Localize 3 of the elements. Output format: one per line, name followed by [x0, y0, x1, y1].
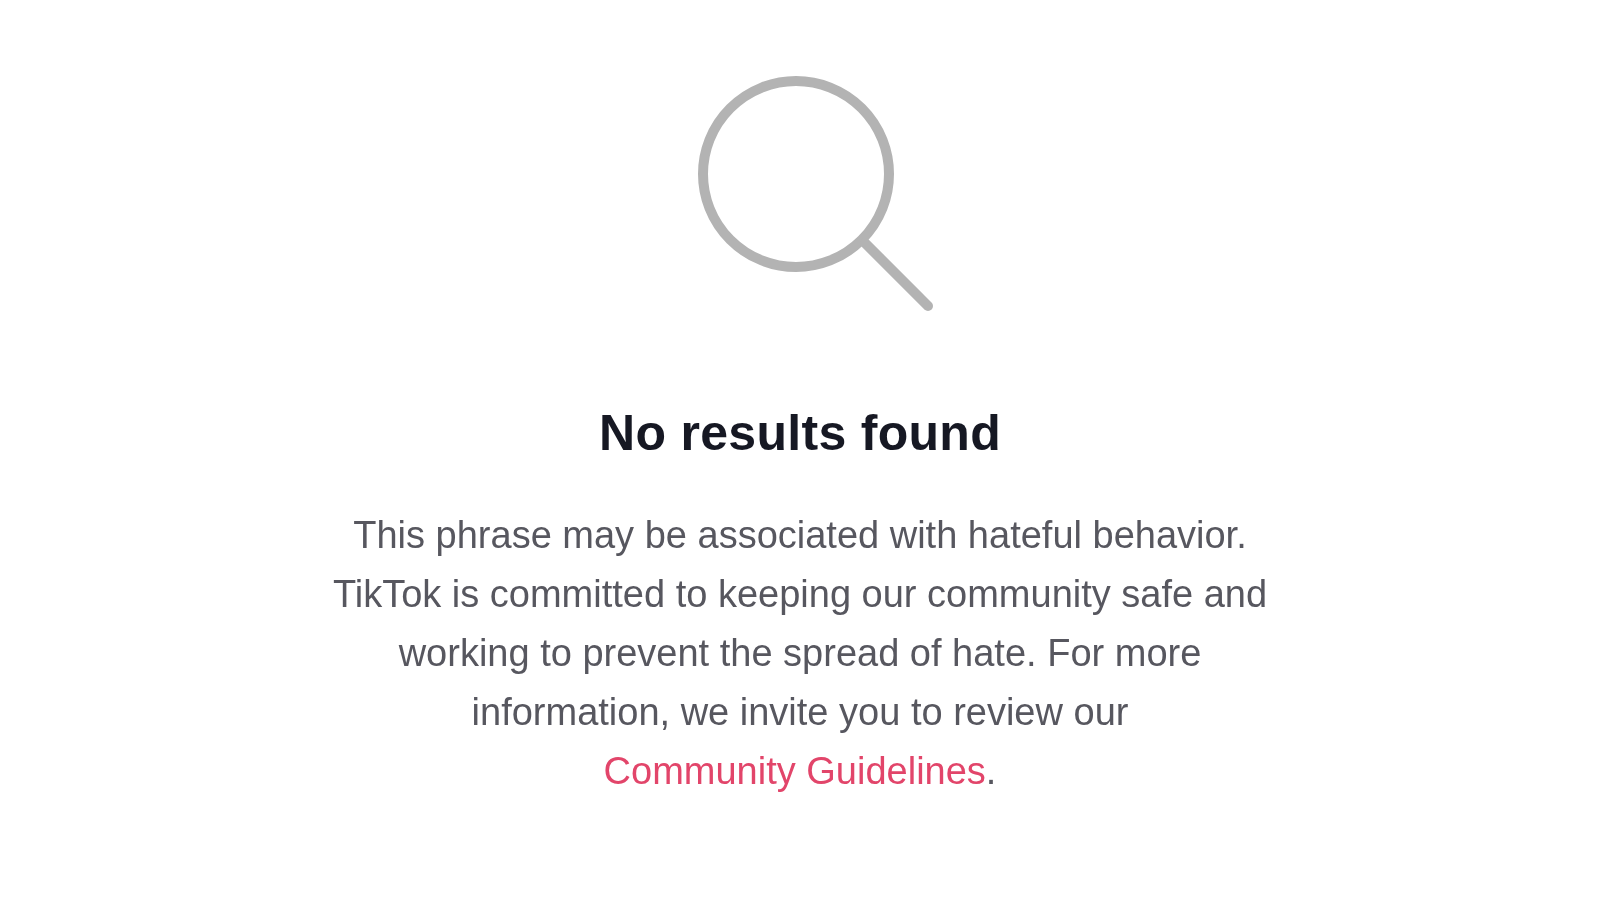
community-guidelines-link[interactable]: Community Guidelines	[603, 750, 986, 792]
empty-state-title: No results found	[599, 404, 1001, 462]
empty-state-message: This phrase may be associated with hateful behavior. TikTok is committed to keeping our community safe and working to prevent the spread of hate. For more information, we invite you to review our Community Guidelines.	[331, 513, 1269, 794]
